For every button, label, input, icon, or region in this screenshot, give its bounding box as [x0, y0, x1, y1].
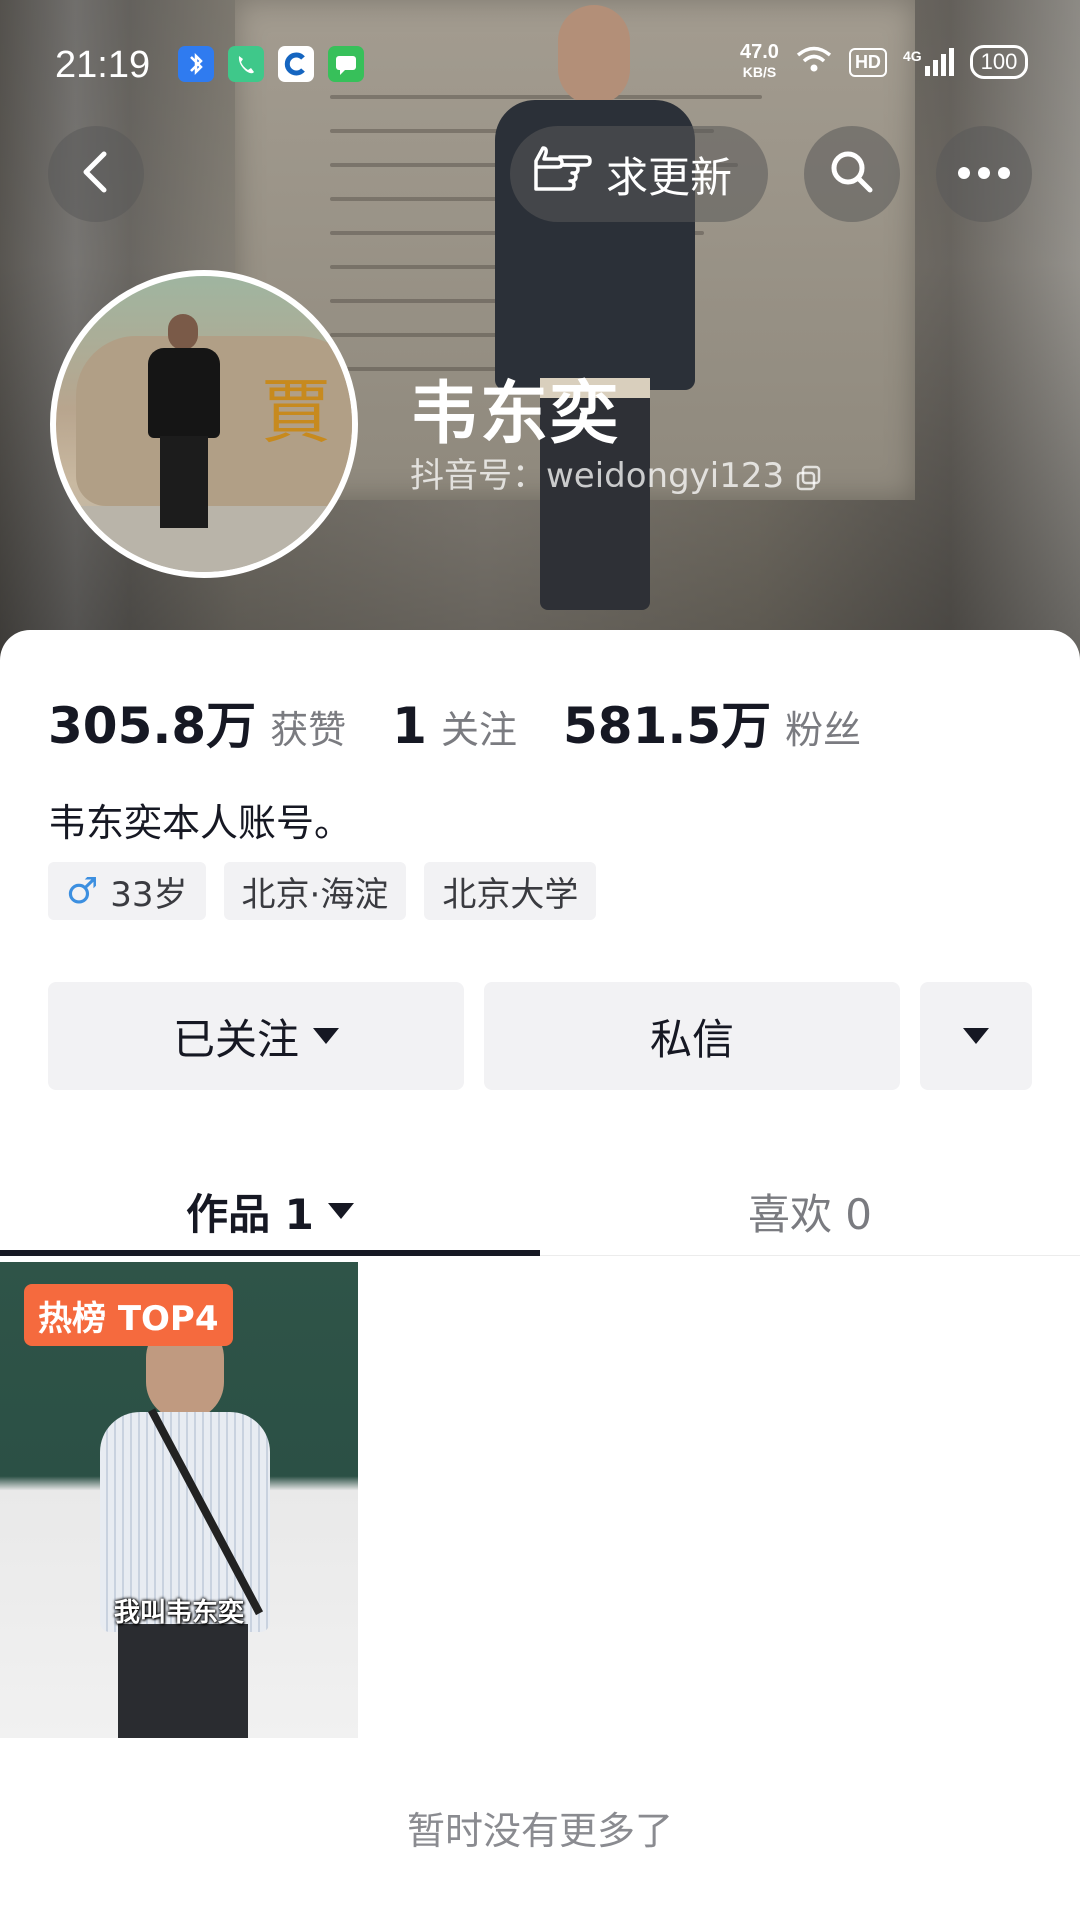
tab-likes[interactable]: 喜欢 0 [540, 1166, 1080, 1256]
profile-stats: 305.8万 获赞 1 关注 581.5万 粉丝 [48, 686, 907, 758]
profile-name: 韦东奕 [410, 375, 621, 454]
followed-label: 已关注 [172, 1014, 299, 1064]
message-label: 私信 [649, 1014, 734, 1064]
hot-rank-badge: 热榜 TOP4 [24, 1284, 233, 1346]
status-bar: 21:19 47.0 KB/S HD 4G 100 [0, 0, 1080, 130]
likes-label: 获赞 [270, 708, 347, 752]
back-button[interactable] [48, 126, 144, 222]
male-icon: ♂ [66, 870, 99, 912]
signal-icon: 4G [903, 48, 954, 76]
net-speed: 47.0 KB/S [740, 41, 779, 80]
status-time: 21:19 [55, 44, 151, 86]
expand-recommendations-button[interactable] [920, 982, 1032, 1090]
browser-app-icon [278, 46, 314, 82]
chevron-left-icon [76, 148, 116, 200]
request-update-label: 求更新 [606, 152, 733, 202]
hd-badge: HD [848, 47, 887, 77]
more-dots-icon [957, 165, 1011, 184]
followed-button[interactable]: 已关注 [48, 982, 464, 1090]
school-tag[interactable]: 北京大学 [424, 862, 597, 920]
request-update-button[interactable]: 求更新 [510, 126, 768, 222]
profile-bio: 韦东奕本人账号。 [48, 801, 353, 845]
caret-down-icon [313, 1028, 339, 1044]
profile-info-card: 305.8万 获赞 1 关注 581.5万 粉丝 韦东奕本人账号。 ♂ 33岁 … [0, 630, 1080, 1920]
video-thumbnail[interactable]: 热榜 TOP4 我叫韦东奕 [0, 1262, 358, 1738]
douyin-id-text: 抖音号：weidongyi123 [410, 456, 785, 496]
age-tag: ♂ 33岁 [48, 862, 206, 920]
profile-avatar[interactable]: 賈 [50, 270, 358, 578]
search-icon [827, 147, 877, 201]
search-button[interactable] [804, 126, 900, 222]
wifi-icon [795, 45, 833, 79]
status-right-group: 47.0 KB/S HD 4G 100 [740, 41, 1029, 82]
profile-actions: 已关注 私信 [48, 982, 1032, 1090]
message-button[interactable]: 私信 [484, 982, 900, 1090]
phone-app-icon [228, 46, 264, 82]
tab-works[interactable]: 作品 1 [0, 1166, 540, 1256]
following-label[interactable]: 关注 [441, 699, 517, 754]
caret-down-icon [327, 1203, 354, 1219]
pointing-hand-icon [530, 143, 592, 205]
video-caption: 我叫韦东奕 [113, 1598, 244, 1628]
likes-count: 305.8万 [48, 697, 257, 755]
content-tabs: 作品 1 喜欢 0 [0, 1166, 1080, 1256]
profile-tags: ♂ 33岁 北京·海淀 北京大学 [48, 862, 597, 920]
battery-indicator: 100 [969, 45, 1029, 79]
following-count[interactable]: 1 [392, 697, 427, 755]
active-tab-indicator [0, 1250, 540, 1256]
caret-down-icon [963, 1028, 989, 1044]
followers-count[interactable]: 581.5万 [563, 686, 771, 758]
messages-app-icon [328, 46, 364, 82]
followers-label[interactable]: 粉丝 [785, 699, 861, 754]
location-tag[interactable]: 北京·海淀 [223, 862, 407, 920]
no-more-content-text: 暂时没有更多了 [406, 1809, 673, 1853]
douyin-id[interactable]: 抖音号：weidongyi123 [410, 448, 822, 497]
bluetooth-app-icon [178, 46, 214, 82]
more-options-button[interactable] [936, 126, 1032, 222]
copy-icon[interactable] [796, 460, 822, 490]
